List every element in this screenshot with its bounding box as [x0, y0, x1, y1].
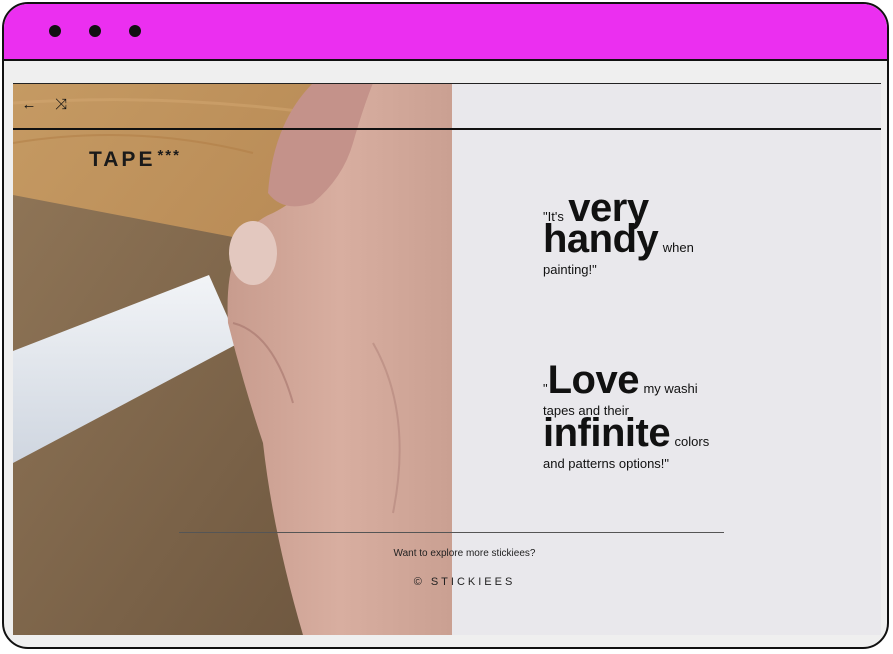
window-control-dot[interactable] — [129, 25, 141, 37]
quote-text: when — [662, 240, 694, 255]
testimonial-quote: "It's very handy when painting!" — [543, 188, 743, 281]
window-titlebar — [4, 4, 887, 61]
nav-divider — [13, 128, 881, 130]
arrow-left-icon[interactable]: ← — [19, 95, 39, 115]
brand-stars: *** — [157, 147, 181, 164]
brand-title: TAPE *** — [89, 147, 181, 172]
quote-text: my washi — [643, 381, 698, 396]
quote-emphasis: Love — [547, 358, 640, 402]
brand-name: TAPE — [89, 148, 156, 171]
shuffle-icon[interactable]: ⤨ — [51, 95, 71, 115]
quote-emphasis: infinite — [543, 411, 671, 455]
copyright-text: © STICKIEES — [413, 576, 516, 588]
quote-emphasis: handy — [543, 217, 659, 261]
footer-divider — [179, 532, 724, 533]
testimonial-quote: "Love my washi tapes and their infinite … — [543, 360, 743, 475]
window-control-dot[interactable] — [89, 25, 101, 37]
quote-text: and patterns options!" — [543, 456, 670, 471]
explore-link[interactable]: Want to explore more stickiees? — [13, 548, 881, 559]
top-rule — [13, 83, 881, 84]
page-viewport: ← ⤨ TAPE *** "It's very handy when painti… — [13, 83, 881, 635]
browser-window: ← ⤨ TAPE *** "It's very handy when painti… — [2, 2, 889, 649]
quote-text: colors — [674, 434, 710, 449]
window-control-dot[interactable] — [49, 25, 61, 37]
quote-text: painting!" — [543, 262, 597, 277]
